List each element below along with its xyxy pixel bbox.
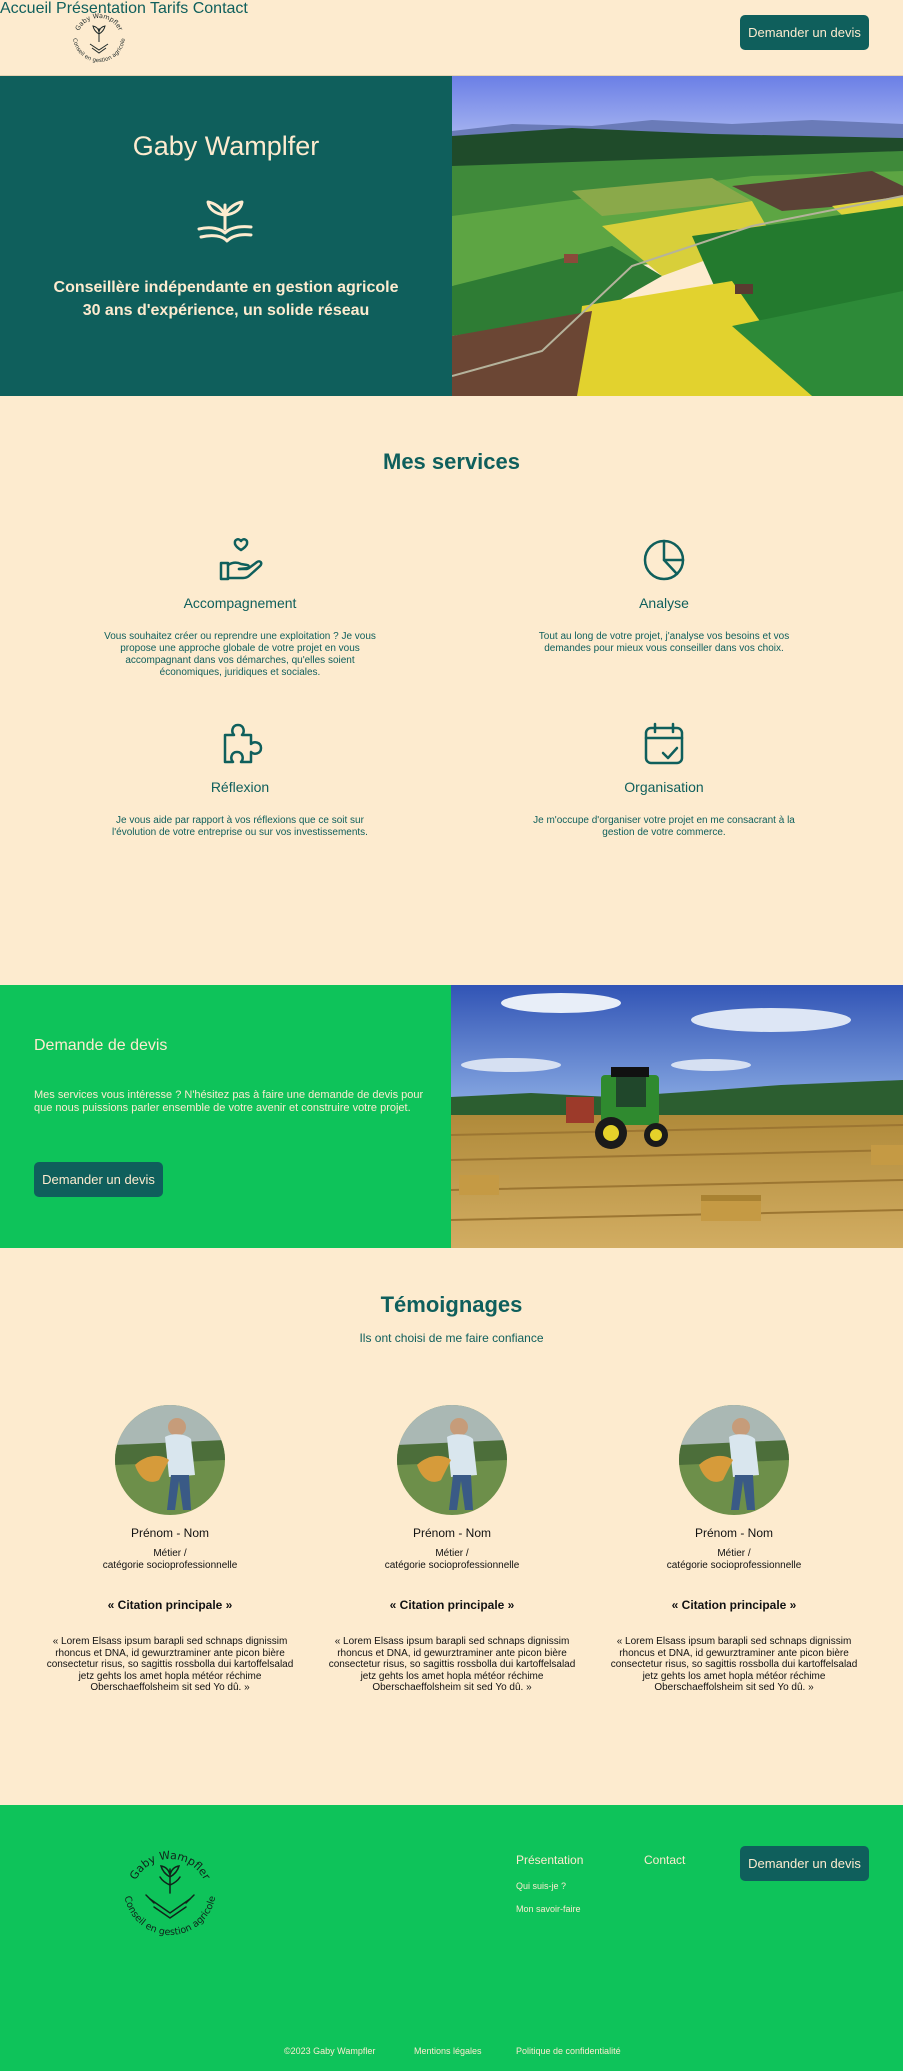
footer-quote-button[interactable]: Demander un devis — [740, 1846, 869, 1881]
nav-contact[interactable]: Contact — [193, 0, 248, 17]
brand-logo[interactable]: Gaby Wampfler Conseil en gestion agricol… — [64, 6, 134, 70]
testimonial-text: « Lorem Elsass ipsum barapli sed schnaps… — [610, 1636, 858, 1694]
service-title: Réflexion — [210, 779, 270, 795]
hand-heart-icon — [219, 538, 263, 581]
testimonial-quote: « Citation principale » — [671, 1598, 797, 1612]
testimonial-text: « Lorem Elsass ipsum barapli sed schnaps… — [46, 1636, 294, 1694]
quote-request-button[interactable]: Demander un devis — [34, 1162, 163, 1197]
job-line2: catégorie socioprofessionnelle — [384, 1560, 520, 1571]
testimonial-text: « Lorem Elsass ipsum barapli sed schnaps… — [328, 1636, 576, 1694]
service-description: Je m'occupe d'organiser votre projet en … — [533, 815, 795, 838]
job-line1: Métier / — [435, 1548, 469, 1559]
quote-request-text: Mes services vous intéresse ? N'hésitez … — [34, 1089, 424, 1114]
hero-subtitle-line1: Conseillère indépendante en gestion agri… — [53, 279, 399, 296]
testimonial-name: Prénom - Nom — [412, 1526, 492, 1540]
svg-text:Conseil en gestion agricole: Conseil en gestion agricole — [122, 1895, 219, 1938]
service-reflexion: Réflexion Je vous aide par rapport à vos… — [90, 721, 390, 839]
hero-farmland-image — [452, 76, 903, 396]
footer-logo-text-bottom: Conseil en gestion agricole — [122, 1895, 219, 1938]
site-header: Gaby Wampfler Conseil en gestion agricol… — [0, 0, 903, 76]
service-description: Vous souhaitez créer ou reprendre une ex… — [104, 631, 376, 678]
site-footer: Gaby Wampfler Conseil en gestion agricol… — [0, 1805, 903, 2071]
services-title: Mes services — [383, 449, 520, 474]
testimonial-quote: « Citation principale » — [107, 1598, 233, 1612]
testimonial-job: Métier / catégorie socioprofessionnelle — [312, 1548, 592, 1572]
tractor-field-image — [451, 985, 903, 1248]
service-description: Tout au long de votre projet, j'analyse … — [538, 631, 790, 654]
avatar — [115, 1405, 225, 1515]
footer-contact-link[interactable]: Contact — [644, 1853, 685, 1867]
testimonial-card: Prénom - Nom Métier / catégorie socioprof… — [312, 1405, 592, 1694]
testimonial-name: Prénom - Nom — [130, 1526, 210, 1540]
testimonials-subtitle: Ils ont choisi de me faire confiance — [359, 1331, 544, 1345]
testimonials-title: Témoignages — [380, 1292, 523, 1317]
hero-subtitle-line2: 30 ans d'expérience, un solide réseau — [82, 302, 370, 319]
copyright-text: ©2023 Gaby Wampfler — [284, 2046, 376, 2056]
job-line2: catégorie socioprofessionnelle — [102, 1560, 238, 1571]
avatar — [397, 1405, 507, 1515]
job-line2: catégorie socioprofessionnelle — [666, 1560, 802, 1571]
testimonial-quote: « Citation principale » — [389, 1598, 515, 1612]
pie-chart-icon — [643, 539, 685, 581]
service-accompagnement: Accompagnement Vous souhaitez créer ou r… — [90, 537, 390, 679]
footer-brand-logo[interactable]: Gaby Wampfler Conseil en gestion agricol… — [110, 1837, 230, 1955]
testimonial-job: Métier / catégorie socioprofessionnelle — [30, 1548, 310, 1572]
service-title: Organisation — [624, 779, 704, 795]
testimonial-card: Prénom - Nom Métier / catégorie socioprof… — [30, 1405, 310, 1694]
calendar-check-icon — [644, 722, 684, 765]
service-title: Accompagnement — [183, 595, 297, 611]
legal-notice-link[interactable]: Mentions légales — [414, 2046, 482, 2056]
footer-who-am-i-link[interactable]: Qui suis-je ? — [516, 1881, 566, 1891]
service-organisation: Organisation Je m'occupe d'organiser vot… — [514, 721, 814, 839]
service-description: Je vous aide par rapport à vos réflexion… — [112, 815, 368, 838]
nav-accueil[interactable]: Accueil — [0, 0, 52, 17]
footer-presentation-link[interactable]: Présentation — [516, 1853, 583, 1867]
quote-request-panel: Demande de devis Mes services vous intér… — [0, 985, 451, 1248]
hero-title: Gaby Wamplfer — [132, 131, 320, 161]
quote-request-title: Demande de devis — [34, 1037, 168, 1054]
footer-know-how-link[interactable]: Mon savoir-faire — [516, 1904, 581, 1914]
hero-subtitle: Conseillère indépendante en gestion agri… — [0, 276, 452, 322]
nav-tarifs[interactable]: Tarifs — [150, 0, 188, 17]
job-line1: Métier / — [717, 1548, 751, 1559]
testimonial-name: Prénom - Nom — [694, 1526, 774, 1540]
service-analyse: Analyse Tout au long de votre projet, j'… — [514, 537, 814, 655]
avatar — [679, 1405, 789, 1515]
service-title: Analyse — [639, 595, 689, 611]
header-quote-button[interactable]: Demander un devis — [740, 15, 869, 50]
hero-panel: Gaby Wamplfer Conseillère indépendante e… — [0, 76, 452, 396]
puzzle-icon — [223, 723, 263, 764]
job-line1: Métier / — [153, 1548, 187, 1559]
sprout-icon — [197, 200, 253, 243]
testimonial-card: Prénom - Nom Métier / catégorie socioprof… — [594, 1405, 874, 1694]
testimonial-job: Métier / catégorie socioprofessionnelle — [594, 1548, 874, 1572]
privacy-policy-link[interactable]: Politique de confidentialité — [516, 2046, 621, 2056]
